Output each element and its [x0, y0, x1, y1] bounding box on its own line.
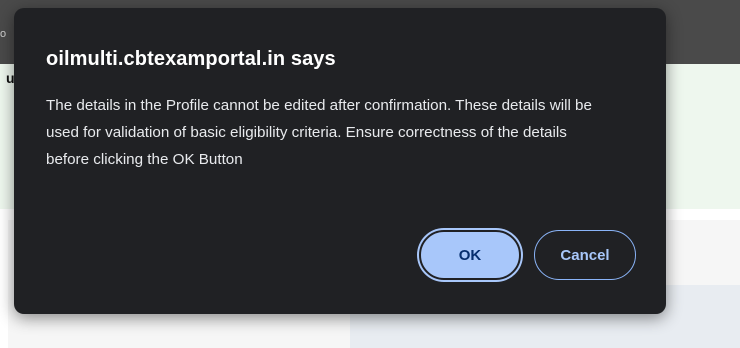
cancel-button[interactable]: Cancel [534, 230, 636, 280]
ok-button[interactable]: OK [419, 230, 521, 280]
dialog-title: oilmulti.cbtexamportal.in says [46, 48, 336, 70]
dialog-message: The details in the Profile cannot be edi… [46, 97, 592, 168]
alert-dialog: oilmulti.cbtexamportal.in says The detai… [14, 8, 666, 314]
background-header-text: o [0, 28, 7, 40]
